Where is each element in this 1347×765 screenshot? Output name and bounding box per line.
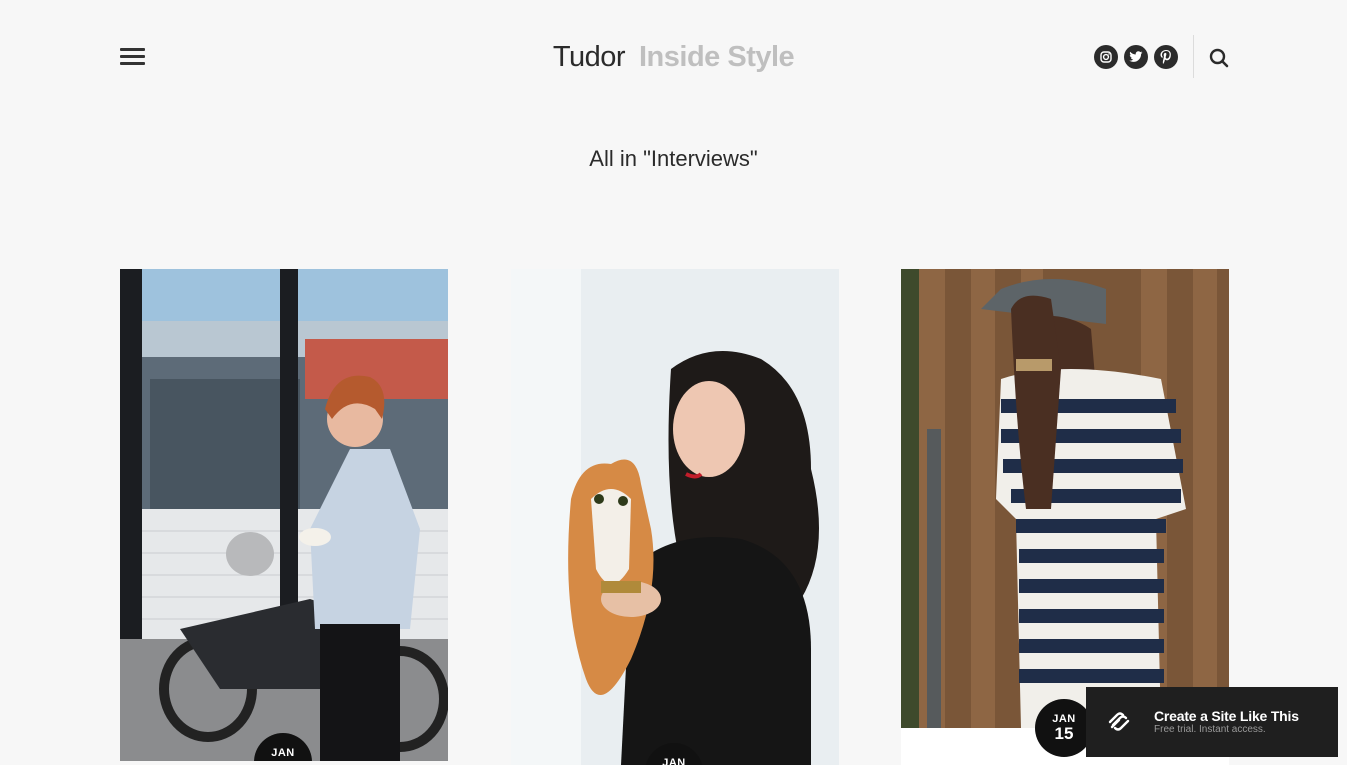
squarespace-logo-icon [1106,710,1132,737]
instagram-icon[interactable] [1094,45,1118,69]
post-image-woman-cat[interactable] [511,269,839,765]
search-icon[interactable] [1207,46,1231,70]
pinterest-icon[interactable] [1154,45,1178,69]
post-image-man-striped-shirt[interactable] [901,269,1229,728]
post-date-badge[interactable]: JAN 15 [1035,699,1093,757]
date-day: 22 [254,759,312,762]
post-card[interactable]: JAN 22 [120,269,448,761]
banner-title: Create a Site Like This [1154,708,1299,724]
date-month: JAN [662,757,686,765]
site-title-primary[interactable]: Tudor [553,41,626,73]
post-image-woman-motorcycle[interactable] [120,269,448,761]
page-heading: All in "Interviews" [589,146,758,171]
date-day: 15 [1054,724,1074,743]
header-divider [1193,35,1194,78]
twitter-icon[interactable] [1124,45,1148,69]
post-card[interactable]: JAN [511,269,839,765]
create-site-banner[interactable]: Create a Site Like This Free trial. Inst… [1086,687,1338,757]
banner-subtitle: Free trial. Instant access. [1154,724,1266,735]
site-title-secondary[interactable]: Inside Style [639,41,795,73]
